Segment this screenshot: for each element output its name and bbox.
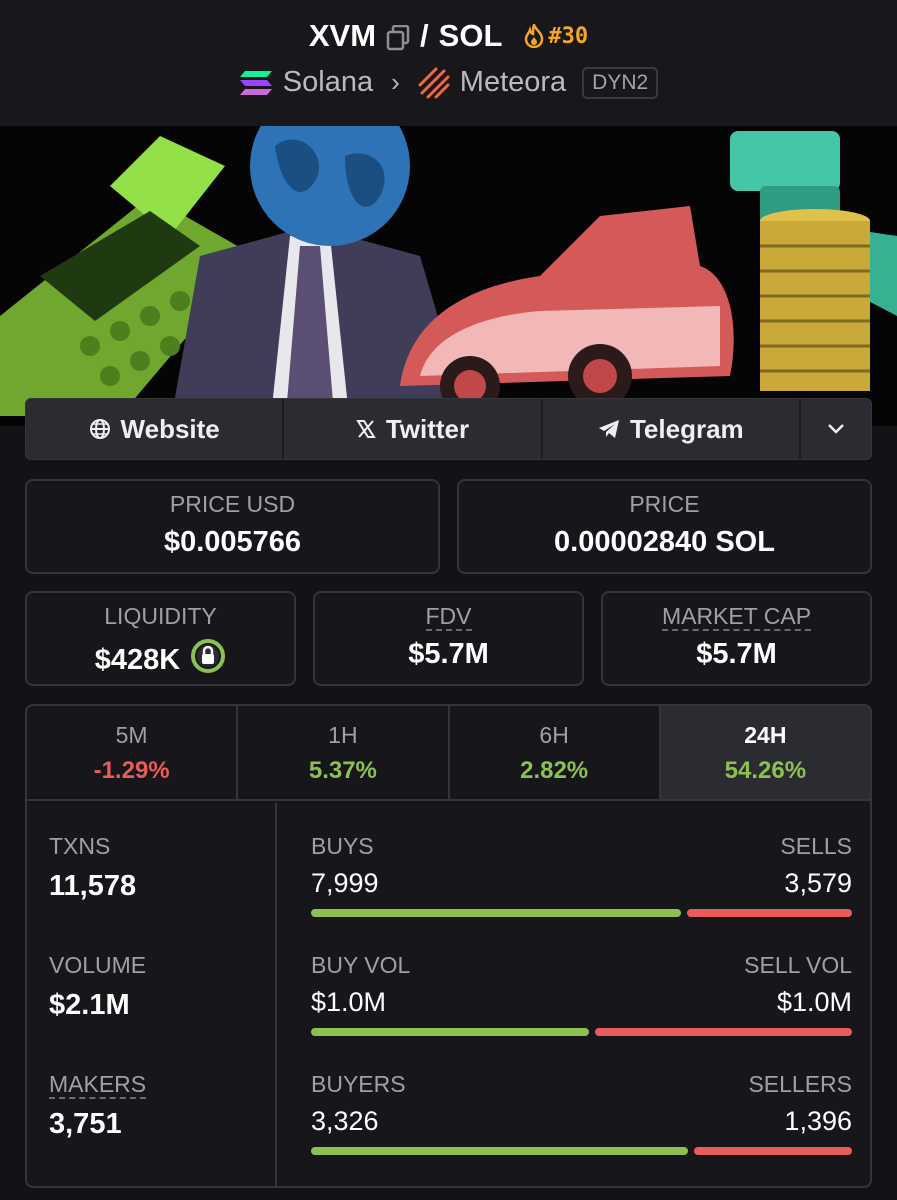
buys-sells-bar: BUYS SELLS 7,999 3,579 [311,833,852,917]
tab-5m[interactable]: 5M -1.29% [27,706,239,799]
price-usd-label: PRICE USD [169,491,296,517]
more-links-button[interactable] [801,399,871,459]
meteora-icon [418,67,450,98]
market-cap-card[interactable]: MARKET CAP $5.7M [601,591,872,686]
volume-value: $2.1M [49,989,130,1021]
solana-icon [239,70,272,95]
buyers-value: 3,326 [311,1106,379,1136]
telegram-label: Telegram [629,413,744,444]
flame-icon [525,24,544,48]
timeframe-tabs: 5M -1.29% 1H 5.37% 6H 2.82% 24H 54.26% [27,706,870,801]
lock-icon[interactable] [190,638,226,682]
buyers-sellers-bar: BUYERS SELLERS 3,326 1,396 [311,1071,852,1155]
sell-vol-label: SELL VOL [744,952,852,978]
dex-badge: DYN2 [582,66,659,99]
twitter-label: Twitter [385,413,470,444]
trending-rank[interactable]: #30 [524,24,588,49]
sellers-share-fill [693,1147,852,1155]
pair-header: XVM / SOL #30 Solana › Meteora DYN2 [0,0,897,126]
makers-metric[interactable]: MAKERS 3,751 [49,1071,147,1141]
txns-value: 11,578 [49,870,137,902]
buyers-ratio [311,1147,852,1155]
tab-change: 2.82% [520,757,589,784]
globe-icon [89,419,110,439]
sellers-label: SELLERS [748,1071,852,1097]
tab-6h[interactable]: 6H 2.82% [450,706,661,799]
liquidity-value: $428K [94,643,181,676]
tab-label: 5M [115,722,148,748]
chain-row: Solana › Meteora DYN2 [0,66,897,99]
tab-24h[interactable]: 24H 54.26% [660,706,870,799]
chain-name[interactable]: Solana [283,66,373,99]
buyers-label: BUYERS [311,1071,406,1097]
summary-metrics: TXNS 11,578 VOLUME $2.1M MAKERS 3,751 [27,803,277,1186]
pair-separator: / [420,18,429,53]
dex-name[interactable]: Meteora [460,66,566,99]
makers-label: MAKERS [49,1071,147,1099]
market-cap-label: MARKET CAP [661,603,812,631]
fdv-value: $5.7M [408,638,489,670]
fdv-label: FDV [425,603,472,631]
base-symbol: XVM [308,18,377,53]
tab-change: 5.37% [308,757,377,784]
buy-vol-label: BUY VOL [311,952,411,978]
liquidity-label: LIQUIDITY [104,603,217,629]
sellers-value: 1,396 [784,1106,852,1136]
telegram-link[interactable]: Telegram [543,399,801,459]
buys-label: BUYS [311,833,374,859]
quote-symbol: SOL [438,18,503,53]
price-native-label: PRICE [629,491,700,517]
price-native-card: PRICE 0.00002840 SOL [457,479,872,574]
website-label: Website [120,413,220,444]
chevron-down-icon [828,424,844,434]
volume-metric: VOLUME $2.1M [49,952,146,1022]
txns-metric: TXNS 11,578 [49,833,136,903]
price-usd-card: PRICE USD $0.005766 [25,479,440,574]
sells-label: SELLS [780,833,852,859]
x-logo-icon [356,420,376,438]
tab-label: 1H [328,722,358,748]
twitter-link[interactable]: Twitter [284,399,543,459]
makers-value: 3,751 [49,1108,122,1140]
tab-change: -1.29% [93,757,170,784]
social-links-bar: Website Twitter Telegram [25,398,872,460]
rank-label: #30 [548,23,589,49]
pair-title: XVM / SOL #30 [0,18,897,54]
tab-label: 24H [744,722,787,748]
telegram-icon [598,420,619,438]
tab-change: 54.26% [724,757,807,784]
sell-vol-share-fill [595,1028,852,1036]
buy-vol-value: $1.0M [311,987,387,1017]
volume-ratio [311,1028,852,1036]
market-cap-value: $5.7M [696,638,777,670]
coin-stack-illustration [760,209,870,391]
sell-vol-value: $1.0M [776,987,852,1017]
txns-label: TXNS [49,833,111,859]
chevron-right-icon: › [391,67,400,97]
token-banner-image [0,126,897,426]
buy-vol-share-fill [311,1028,590,1036]
copy-icon[interactable] [386,23,410,51]
website-link[interactable]: Website [26,399,285,459]
tab-1h[interactable]: 1H 5.37% [238,706,450,799]
buys-value: 7,999 [311,868,379,898]
buy-share-fill [311,909,681,917]
price-native-value: 0.00002840 SOL [554,526,775,558]
volume-label: VOLUME [49,952,147,978]
sell-share-fill [686,909,852,917]
transaction-stats-panel: 5M -1.29% 1H 5.37% 6H 2.82% 24H 54.26% T… [25,704,872,1188]
liquidity-card: LIQUIDITY $428K [25,591,296,686]
buyvol-sellvol-bar: BUY VOL SELL VOL $1.0M $1.0M [311,952,852,1036]
fdv-card[interactable]: FDV $5.7M [313,591,584,686]
tab-label: 6H [539,722,569,748]
buyers-share-fill [311,1147,688,1155]
price-usd-value: $0.005766 [163,526,302,558]
sells-value: 3,579 [784,868,852,898]
buys-sells-ratio [311,909,852,917]
